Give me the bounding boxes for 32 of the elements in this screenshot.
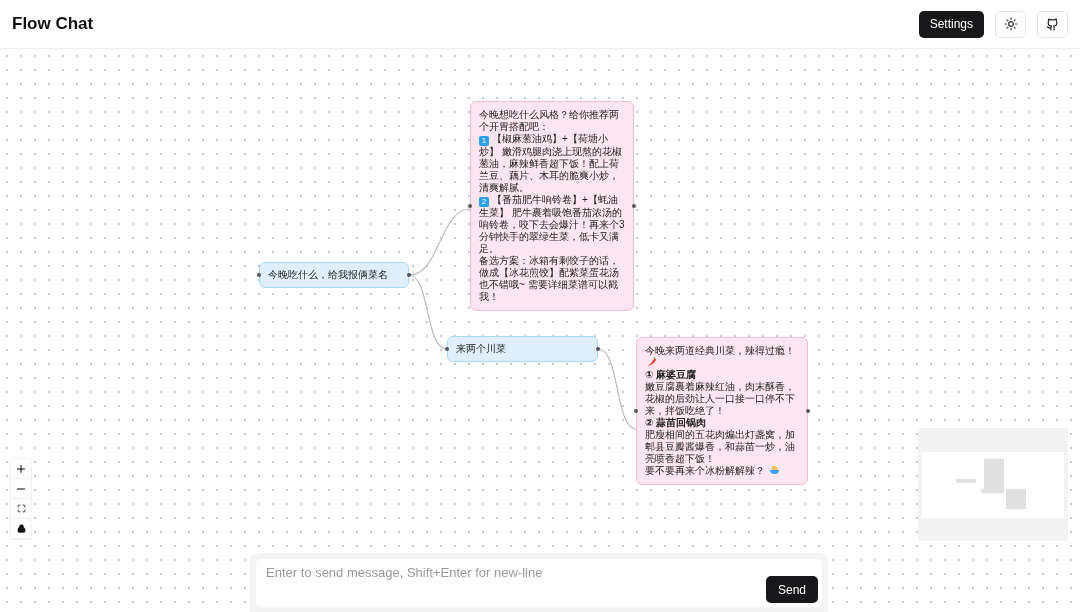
dish-heading: ① 麻婆豆腐 (645, 369, 698, 381)
message-text: 今晚来两道经典川菜，辣得过瘾！ (645, 345, 795, 356)
message-text: 今晚想吃什么风格？给你推荐两个开胃搭配吧： (479, 109, 620, 133)
zoom-in-button[interactable] (11, 459, 31, 479)
send-button[interactable]: Send (765, 576, 818, 603)
message-text: 1 【椒麻葱油鸡】+【荷塘小炒】 嫩滑鸡腿肉浇上现熬的花椒葱油，麻辣鲜香超下饭！配上荷兰豆、藕片、木耳的脆爽小炒，清爽解腻。 (479, 133, 623, 194)
message-text: 来两个川菜 (456, 343, 507, 355)
dish-heading: ② 蒜苗回锅肉 (645, 417, 708, 429)
assistant-message-node[interactable]: 今晚来两道经典川菜，辣得过瘾！ ① 麻婆豆腐 嫩豆腐裹着麻辣红油，肉末酥香，花椒的后劲让人一口接一口停不下来，拌饭吃绝了！ ② 蒜苗回锅肉 肥瘦相间的五花肉煸出灯盏窝，加郫县豆瓣酱爆香，和蒜苗一炒，油亮喷香超下饭！ 要不要再来个冰粉解解辣？ (636, 337, 808, 485)
zoom-out-button[interactable] (11, 479, 31, 499)
bowl-icon (769, 465, 780, 475)
message-text: 备选方案：冰箱有剩饺子的话，做成【冰花煎饺】配紫菜蛋花汤也不错哦~ 需要详细菜谱可以戳我！ (479, 255, 620, 303)
github-icon (1046, 17, 1059, 31)
assistant-message-node[interactable]: 今晚想吃什么风格？给你推荐两个开胃搭配吧： 1 【椒麻葱油鸡】+【荷塘小炒】 嫩滑鸡腿肉浇上现熬的花椒葱油，麻辣鲜香超下饭！配上荷兰豆、藕片、木耳的脆爽小炒，清爽解腻。 2 【番茄肥牛响铃卷】+【蚝油生菜】 肥牛裹着吸饱番茄浓汤的响铃卷，咬下去会爆汁！再来个3分钟快手的翠绿生菜，低卡又满足。 备选方案：冰箱有剩饺子的话，做成【冰花煎饺】配紫菜蛋花汤也不错哦~ 需要详细菜谱可以戳我！ (470, 101, 634, 311)
user-message-node[interactable]: 今晚吃什么，给我报俩菜名 (259, 262, 409, 288)
lock-button[interactable] (11, 519, 31, 539)
settings-button[interactable]: Settings (918, 10, 984, 38)
message-text: 肥瘦相间的五花肉煸出灯盏窝，加郫县豆瓣酱爆香，和蒜苗一炒，油亮喷香超下饭！ (645, 429, 796, 465)
fit-view-icon (16, 504, 26, 513)
message-text: 今晚吃什么，给我报俩菜名 (268, 269, 389, 281)
message-text: 嫩豆腐裹着麻辣红油，肉末酥香，花椒的后劲让人一口接一口停不下来，拌饭吃绝了！ (645, 381, 796, 417)
app-title: Flow Chat (12, 14, 94, 34)
plus-icon (15, 462, 27, 475)
message-input-field[interactable]: Enter to send message, Shift+Enter for new-line Send (256, 559, 822, 607)
user-message-node[interactable]: 来两个川菜 (447, 336, 598, 362)
theme-toggle-button[interactable] (995, 10, 1026, 38)
github-button[interactable] (1037, 10, 1068, 38)
message-text: 要不要再来个冰粉解解辣？ (645, 465, 765, 476)
lock-icon (16, 524, 26, 533)
chili-icon (647, 357, 657, 367)
sun-icon (1003, 17, 1018, 31)
message-text: 2 【番茄肥牛响铃卷】+【蚝油生菜】 肥牛裹着吸饱番茄浓汤的响铃卷，咬下去会爆汁！再来个3分钟快手的翠绿生菜，低卡又满足。 (479, 194, 625, 255)
